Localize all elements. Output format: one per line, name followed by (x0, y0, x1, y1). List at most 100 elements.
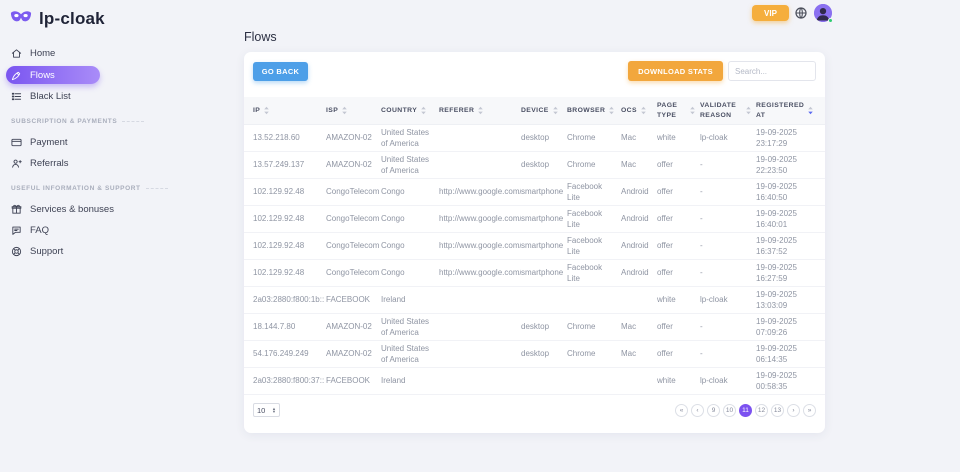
column-label: IP (253, 106, 260, 115)
column-label: BROWSER (567, 106, 605, 115)
column-header-validate-reason[interactable]: VALIDATE REASON (700, 101, 756, 119)
cell-ocs: Android (621, 213, 657, 224)
sort-icon (807, 106, 814, 115)
cell-registered-at: 19-09-2025 07:09:26 (756, 316, 816, 338)
sidebar-item-label: Flows (30, 70, 55, 81)
cell-device: smartphone (521, 240, 567, 251)
sidebar-item-label: Referrals (30, 158, 69, 169)
cell-device: desktop (521, 159, 567, 170)
page-button-9[interactable]: 9 (707, 404, 720, 417)
cell-validate-reason: lp-cloak (700, 294, 756, 305)
sidebar-item-home[interactable]: Home (0, 43, 228, 64)
last-page-button[interactable]: » (803, 404, 816, 417)
sidebar-item-flows[interactable]: Flows (6, 66, 100, 84)
go-back-button[interactable]: GO BACK (253, 62, 308, 81)
column-header-browser[interactable]: BROWSER (567, 106, 621, 115)
cell-ocs: Mac (621, 132, 657, 143)
page-button-13[interactable]: 13 (771, 404, 784, 417)
rows-per-page-select[interactable]: 10 ▲▼ (253, 403, 280, 417)
cell-registered-at: 19-09-2025 16:40:50 (756, 181, 816, 203)
cell-country: United States of America (381, 127, 439, 149)
page-button-11[interactable]: 11 (739, 404, 752, 417)
cell-isp: AMAZON-02 (326, 321, 381, 332)
column-header-device[interactable]: DEVICE (521, 106, 567, 115)
cell-validate-reason: - (700, 348, 756, 359)
column-header-ocs[interactable]: OCS (621, 106, 657, 115)
mask-icon (10, 10, 32, 28)
cell-referer: http://www.google.com/ (439, 213, 521, 224)
cell-page-type: offer (657, 267, 700, 278)
table-row: 102.129.92.48CongoTelecomCongohttp://www… (244, 206, 825, 233)
sort-icon (608, 106, 615, 115)
cell-page-type: white (657, 294, 700, 305)
pagination: «‹910111213›» (675, 404, 816, 417)
cell-isp: CongoTelecom (326, 240, 381, 251)
column-label: REGISTERED AT (756, 101, 804, 119)
table-row: 2a03:2880:f800:1b::FACEBOOKIrelandwhitel… (244, 287, 825, 314)
cell-country: Congo (381, 240, 439, 251)
cell-page-type: offer (657, 240, 700, 251)
column-label: DEVICE (521, 106, 549, 115)
cell-browser: Chrome (567, 132, 621, 143)
referrals-icon (11, 158, 22, 169)
first-page-button[interactable]: « (675, 404, 688, 417)
cell-isp: CongoTelecom (326, 267, 381, 278)
table-header: IP ISP COUNTRYREFERERDEVICE BROWSER OCS PAGE … (244, 97, 825, 125)
column-header-country[interactable]: COUNTRY (381, 106, 439, 115)
page-title: Flows (244, 30, 277, 44)
cell-validate-reason: - (700, 186, 756, 197)
page-button-12[interactable]: 12 (755, 404, 768, 417)
cell-isp: AMAZON-02 (326, 132, 381, 143)
column-header-page-type[interactable]: PAGE TYPE (657, 101, 700, 119)
topbar: VIP (752, 4, 832, 22)
sort-icon (420, 106, 427, 115)
cell-registered-at: 19-09-2025 16:40:01 (756, 208, 816, 230)
sidebar-item-payment[interactable]: Payment (0, 132, 228, 153)
cell-ocs: Mac (621, 348, 657, 359)
column-header-registered-at[interactable]: REGISTERED AT (756, 101, 816, 119)
sidebar-item-black-list[interactable]: Black List (0, 86, 228, 107)
flows-card: GO BACK DOWNLOAD STATS IP ISP COUNTRYREFER… (244, 52, 825, 433)
cell-page-type: offer (657, 348, 700, 359)
cell-registered-at: 19-09-2025 16:27:59 (756, 262, 816, 284)
column-header-isp[interactable]: ISP (326, 106, 381, 115)
sidebar: lp-cloak HomeFlowsBlack ListSUBSCRIPTION… (0, 0, 228, 472)
column-label: ISP (326, 106, 338, 115)
cell-referer: http://www.google.com/ (439, 267, 521, 278)
cell-device: desktop (521, 348, 567, 359)
column-header-referer[interactable]: REFERER (439, 106, 521, 115)
cell-ip: 13.57.249.137 (253, 159, 326, 170)
cell-country: United States of America (381, 154, 439, 176)
sidebar-item-services-bonuses[interactable]: Services & bonuses (0, 199, 228, 220)
vip-button[interactable]: VIP (752, 5, 789, 21)
globe-icon[interactable] (795, 7, 808, 20)
cell-page-type: offer (657, 213, 700, 224)
avatar[interactable] (814, 4, 832, 22)
table-row: 13.52.218.60AMAZON-02United States of Am… (244, 125, 825, 152)
cell-device: smartphone (521, 213, 567, 224)
cell-validate-reason: - (700, 159, 756, 170)
column-header-ip[interactable]: IP (253, 106, 326, 115)
prev-page-button[interactable]: ‹ (691, 404, 704, 417)
cell-country: United States of America (381, 316, 439, 338)
cell-validate-reason: - (700, 213, 756, 224)
cell-ocs: Mac (621, 321, 657, 332)
cell-country: Congo (381, 267, 439, 278)
sidebar-item-referrals[interactable]: Referrals (0, 153, 228, 174)
page-button-10[interactable]: 10 (723, 404, 736, 417)
cell-ip: 13.52.218.60 (253, 132, 326, 143)
sort-icon (477, 106, 484, 115)
cell-device: desktop (521, 321, 567, 332)
cell-ocs: Mac (621, 159, 657, 170)
table-row: 102.129.92.48CongoTelecomCongohttp://www… (244, 233, 825, 260)
cell-validate-reason: - (700, 267, 756, 278)
download-stats-button[interactable]: DOWNLOAD STATS (628, 61, 723, 81)
next-page-button[interactable]: › (787, 404, 800, 417)
list-icon (11, 91, 22, 102)
sidebar-item-support[interactable]: Support (0, 241, 228, 262)
sidebar-item-faq[interactable]: FAQ (0, 220, 228, 241)
search-input[interactable] (728, 61, 816, 81)
card-toolbar: GO BACK DOWNLOAD STATS (244, 52, 825, 81)
cell-validate-reason: - (700, 321, 756, 332)
column-label: OCS (621, 106, 637, 115)
